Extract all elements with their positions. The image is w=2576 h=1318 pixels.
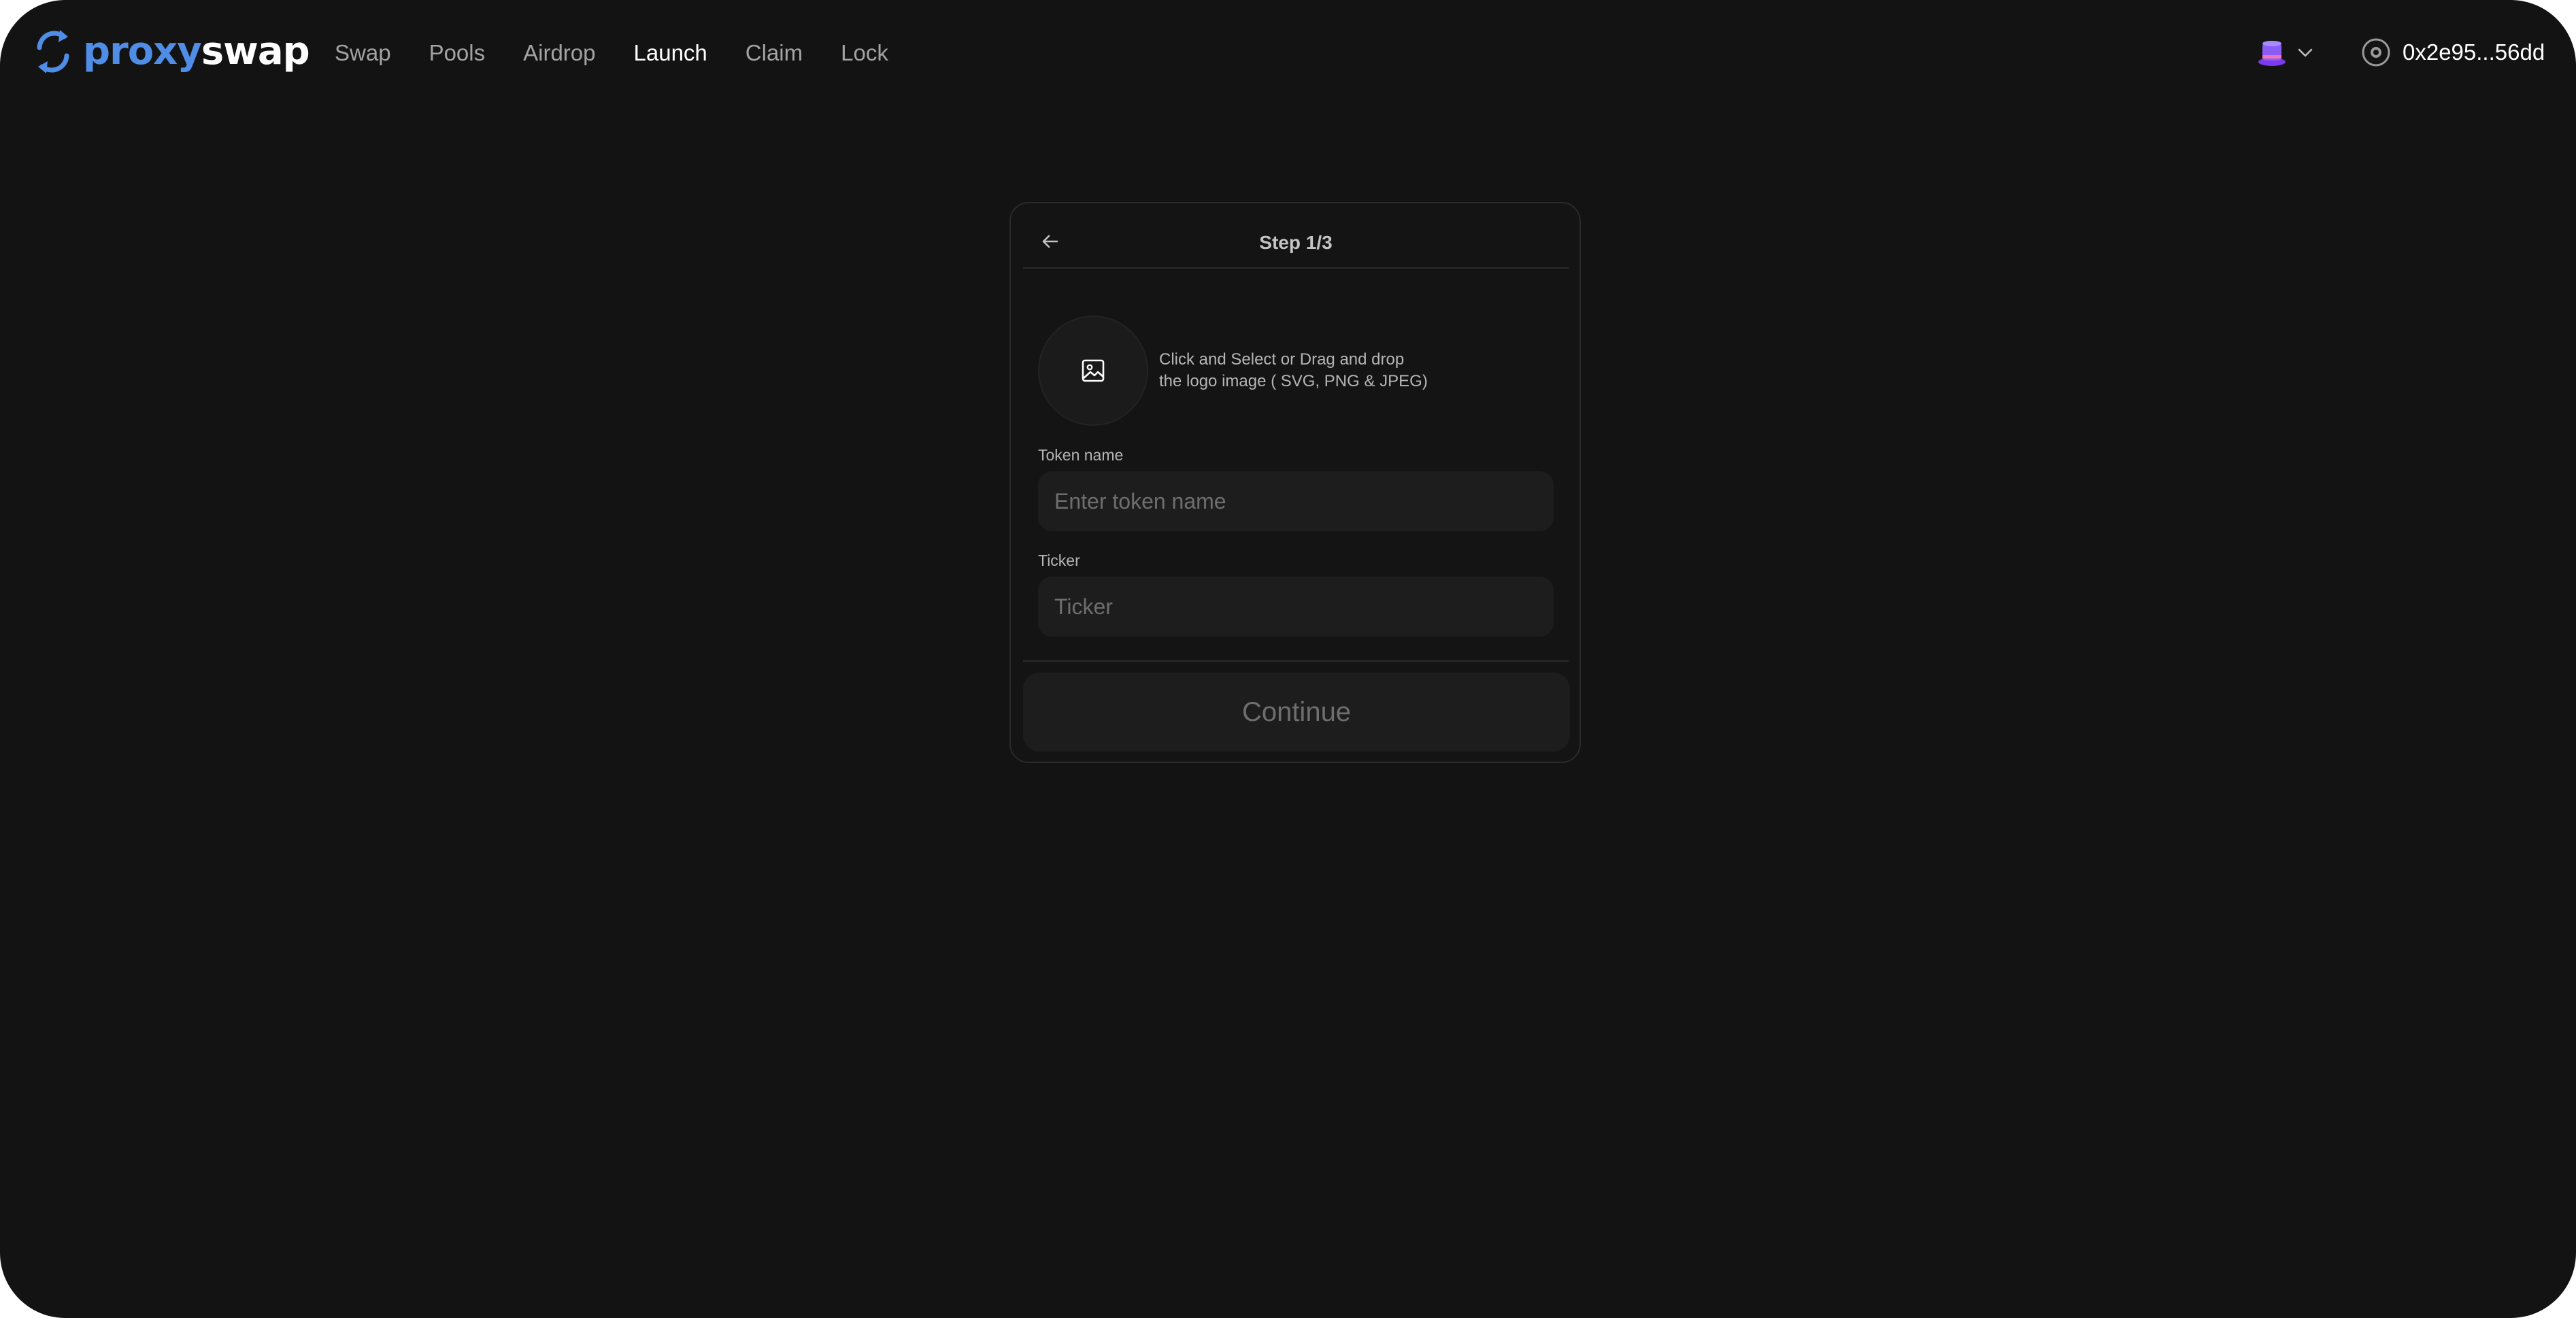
step-indicator: Step 1/3 — [1259, 232, 1333, 253]
chain-selector-button[interactable] — [2257, 34, 2318, 71]
app-window: proxyswap Swap Pools Airdrop Launch Clai… — [0, 0, 2576, 1318]
logo-wordmark: proxyswap — [83, 27, 310, 76]
chain-hat-icon — [2258, 41, 2286, 66]
upload-instructions: Click and Select or Drag and drop the lo… — [1159, 349, 1428, 392]
upload-text-line1: Click and Select or Drag and drop — [1159, 350, 1405, 369]
nav-pools[interactable]: Pools — [429, 33, 486, 73]
ticker-input[interactable] — [1038, 577, 1554, 637]
logo-text-proxy: proxy — [83, 29, 202, 73]
card-divider — [1023, 660, 1569, 662]
upload-circle[interactable] — [1038, 316, 1148, 426]
logo-text-swap: swap — [201, 29, 310, 73]
nav-claim[interactable]: Claim — [746, 33, 803, 73]
main-nav: Swap Pools Airdrop Launch Claim Lock — [335, 33, 926, 73]
card-header: Step 1/3 — [1023, 216, 1569, 269]
wallet-button[interactable]: 0x2e95...56dd — [2360, 31, 2545, 73]
ticker-label: Ticker — [1038, 552, 1080, 569]
launch-token-card: Step 1/3 Click and Select or Drag and dr… — [1009, 202, 1581, 763]
token-name-input[interactable] — [1038, 471, 1554, 531]
nav-launch[interactable]: Launch — [634, 33, 707, 73]
swap-arrows-icon — [37, 30, 69, 73]
token-name-label: Token name — [1038, 446, 1124, 464]
image-icon — [1082, 359, 1105, 382]
nav-swap[interactable]: Swap — [335, 33, 391, 73]
continue-button[interactable]: Continue — [1023, 673, 1570, 751]
chevron-down-icon — [2298, 48, 2313, 57]
upload-text-line2: the logo image ( SVG, PNG & JPEG) — [1159, 372, 1428, 390]
logo-upload-dropzone[interactable]: Click and Select or Drag and drop the lo… — [1038, 315, 1555, 426]
nav-lock[interactable]: Lock — [841, 33, 888, 73]
proxyswap-logo[interactable]: proxyswap — [31, 27, 310, 76]
wallet-icon — [2362, 38, 2390, 67]
top-header: proxyswap Swap Pools Airdrop Launch Clai… — [0, 0, 2576, 105]
wallet-address: 0x2e95...56dd — [2403, 39, 2545, 65]
nav-airdrop[interactable]: Airdrop — [523, 33, 595, 73]
